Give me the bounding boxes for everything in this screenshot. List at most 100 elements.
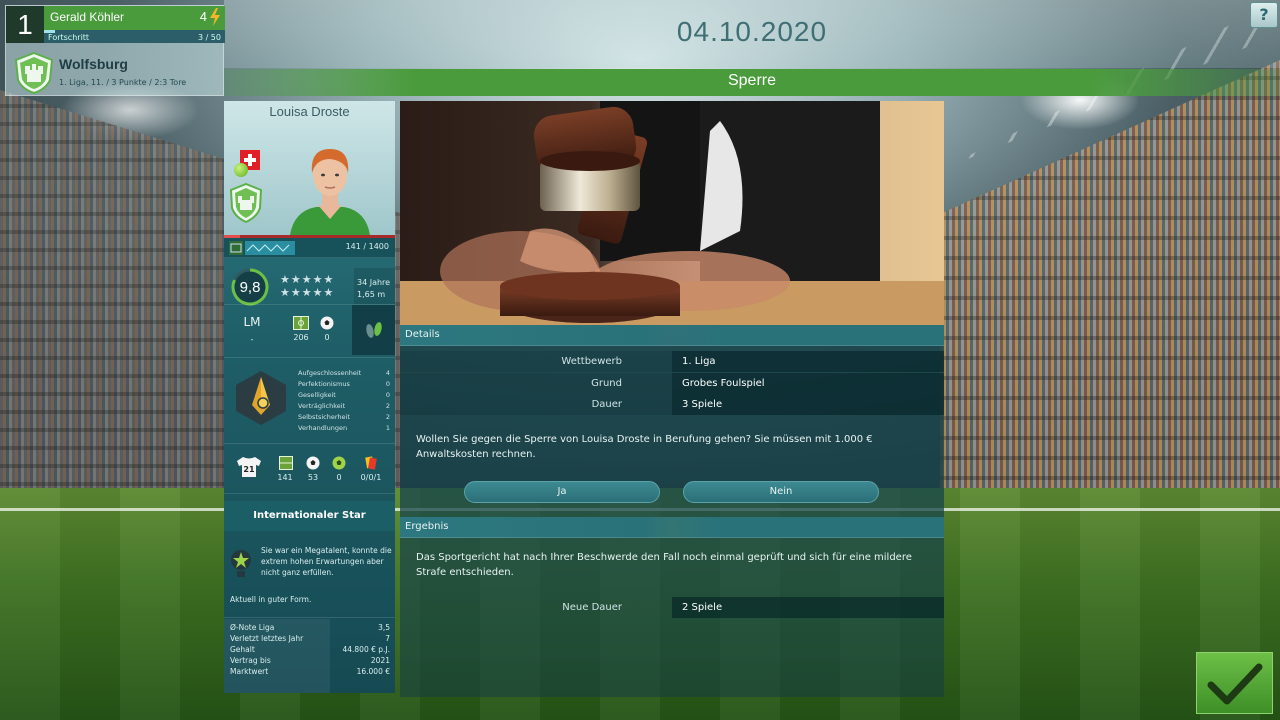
no-button[interactable]: Nein bbox=[683, 481, 879, 503]
player-card[interactable]: Louisa Droste 141 / 1400 9,8 ★★★★★ ★★★★★… bbox=[224, 101, 395, 693]
divider bbox=[224, 357, 395, 358]
trait-label: Selbstsicherheit bbox=[298, 413, 350, 421]
title-bar: Sperre bbox=[224, 69, 1280, 96]
detail-value: 1. Liga bbox=[672, 351, 944, 372]
manager-rank: 1 bbox=[6, 6, 44, 43]
season-assists: 0 bbox=[336, 473, 342, 482]
age-box: 34 Jahre 1,65 m bbox=[354, 268, 395, 304]
fact-value: 7 bbox=[385, 634, 390, 643]
result-header: Ergebnis bbox=[400, 517, 944, 538]
club-crest-icon bbox=[229, 183, 263, 223]
help-button[interactable]: ? bbox=[1250, 2, 1278, 28]
divider bbox=[224, 443, 395, 444]
fact-row: Marktwert 16.000 € bbox=[224, 667, 395, 678]
star-player-icon bbox=[231, 550, 251, 577]
detail-label: Wettbewerb bbox=[400, 351, 672, 372]
check-icon bbox=[1207, 663, 1263, 705]
player-age: 34 Jahre bbox=[357, 278, 391, 287]
player-form: Aktuell in guter Form. bbox=[230, 595, 312, 604]
cards-icon bbox=[365, 456, 377, 470]
skill-row: 141 / 1400 bbox=[224, 238, 395, 258]
appeal-question: Wollen Sie gegen die Sperre von Louisa D… bbox=[416, 434, 873, 460]
trait-label: Aufgeschlossenheit bbox=[298, 369, 362, 377]
player-status-title: Internationaler Star bbox=[224, 501, 395, 531]
page-title: Sperre bbox=[727, 72, 777, 89]
jersey-icon: 21 bbox=[237, 457, 261, 477]
detail-label: Grund bbox=[400, 373, 672, 394]
player-header: Louisa Droste bbox=[224, 101, 395, 235]
detail-value: Grobes Foulspiel bbox=[672, 373, 944, 394]
fact-label: Ø-Note Liga bbox=[230, 623, 275, 632]
detail-row: Wettbewerb 1. Liga bbox=[400, 351, 944, 372]
progress-value: 3 / 50 bbox=[197, 33, 221, 42]
detail-row: Grund Grobes Foulspiel bbox=[400, 373, 944, 394]
fact-value: 44.800 € p.J. bbox=[342, 645, 390, 654]
fact-row: Verletzt letztes Jahr 7 bbox=[224, 634, 395, 645]
current-date: 04.10.2020 bbox=[676, 16, 828, 47]
result-text: Das Sportgericht hat nach Ihrer Beschwer… bbox=[416, 552, 912, 578]
trait-row: Verhandlungen 1 bbox=[298, 423, 390, 434]
status-dot-icon bbox=[234, 163, 248, 177]
assist-ball-icon bbox=[332, 456, 346, 470]
fact-value: 3,5 bbox=[378, 623, 390, 632]
club-stats: 1. Liga, 11. / 3 Punkte / 2:3 Tore bbox=[59, 78, 187, 87]
season-apps: 141 bbox=[277, 473, 293, 482]
fact-label: Gehalt bbox=[230, 645, 255, 654]
fact-value: 2021 bbox=[370, 656, 390, 665]
trait-row: Geselligkeit 0 bbox=[298, 390, 390, 401]
fact-label: Vertrag bis bbox=[230, 656, 271, 665]
divider bbox=[224, 617, 395, 618]
player-facts: Ø-Note Liga 3,5 Verletzt letztes Jahr 7 Ge… bbox=[224, 619, 395, 693]
result-label: Neue Dauer bbox=[562, 602, 622, 613]
question-icon: ? bbox=[1259, 5, 1269, 24]
player-name: Louisa Droste bbox=[269, 104, 350, 119]
trait-label: Geselligkeit bbox=[298, 391, 336, 399]
details-header: Details bbox=[400, 325, 944, 346]
personality-icon bbox=[236, 371, 286, 425]
detail-value: 3 Spiele bbox=[672, 394, 944, 415]
player-portrait bbox=[290, 149, 370, 235]
experience-value: 141 / 1400 bbox=[345, 242, 389, 251]
skill-icons bbox=[229, 241, 295, 255]
fact-row: Ø-Note Liga 3,5 bbox=[224, 623, 395, 634]
detail-row: Dauer 3 Spiele bbox=[400, 394, 944, 415]
trait-value: 0 bbox=[385, 380, 390, 388]
player-status-description: Sie war ein Megatalent, konnte die extre… bbox=[261, 546, 392, 577]
manager-box[interactable]: 1 Gerald Köhler 4 Fortschritt 3 / 50 Wol… bbox=[5, 5, 225, 96]
fact-row: Gehalt 44.800 € p.J. bbox=[224, 645, 395, 656]
yes-button[interactable]: Ja bbox=[464, 481, 660, 503]
result-heading: Ergebnis bbox=[405, 521, 449, 532]
stars-row: ★★★★★ bbox=[280, 273, 335, 286]
footprint-icon bbox=[366, 322, 382, 338]
trait-value: 4 bbox=[385, 369, 390, 377]
manager-level: 4 bbox=[199, 9, 207, 24]
manager-name: Gerald Köhler bbox=[50, 10, 125, 24]
player-position-sub: - bbox=[250, 335, 254, 344]
trait-value: 2 bbox=[385, 413, 390, 421]
divider bbox=[224, 257, 395, 258]
stars-row: ★★★★★ bbox=[280, 286, 335, 299]
club-name: Wolfsburg bbox=[59, 56, 128, 72]
trait-label: Verhandlungen bbox=[298, 424, 348, 432]
manager-progress: Fortschritt 3 / 50 bbox=[44, 30, 225, 43]
trait-label: Perfektionismus bbox=[298, 380, 350, 388]
trait-value: 1 bbox=[385, 424, 390, 432]
trait-list: Aufgeschlossenheit 4 Perfektionismus 0 Ges… bbox=[298, 368, 390, 434]
result-value: 2 Spiele bbox=[672, 597, 944, 618]
player-height: 1,65 m bbox=[357, 290, 386, 299]
trait-label: Verträglichkeit bbox=[298, 402, 346, 410]
shirt-number: 21 bbox=[243, 465, 255, 474]
player-position: LM bbox=[243, 315, 261, 329]
ball-icon bbox=[320, 316, 334, 330]
divider bbox=[224, 493, 395, 494]
season-cards: 0/0/1 bbox=[360, 473, 382, 482]
bolt-icon bbox=[210, 8, 220, 26]
confirm-button[interactable] bbox=[1196, 652, 1273, 714]
club-crest-icon bbox=[14, 52, 54, 94]
details-heading: Details bbox=[405, 329, 440, 340]
trait-value: 2 bbox=[385, 402, 390, 410]
ball-icon bbox=[306, 456, 320, 470]
manager-header: Gerald Köhler 4 bbox=[44, 6, 225, 30]
season-goals: 53 bbox=[307, 473, 319, 482]
trait-value: 0 bbox=[385, 391, 390, 399]
